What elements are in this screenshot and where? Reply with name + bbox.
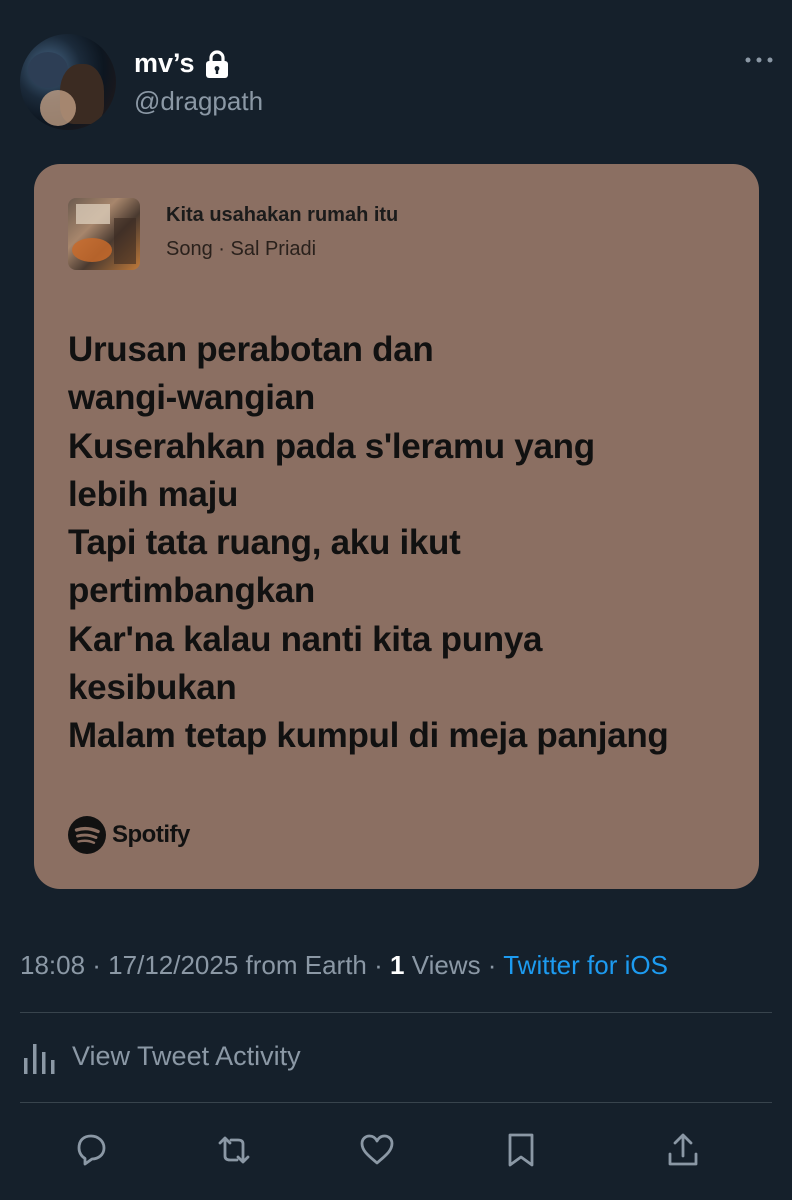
separator: · [366,950,390,980]
retweet-icon [218,1136,250,1164]
lyric-line: kesibukan [68,668,237,708]
bookmark-button[interactable] [499,1128,543,1172]
tweet-header: mv’s @dragpath [20,34,780,134]
tweet-metadata: 18:08 · 17/12/2025 from Earth · 1 Views … [20,950,668,981]
view-tweet-activity[interactable]: View Tweet Activity [20,1036,301,1076]
lyric-line: lebih maju [68,474,239,514]
handle[interactable]: @dragpath [134,86,263,117]
bookmark-icon [508,1133,534,1167]
spotify-logo-icon [68,816,106,854]
analytics-icon [24,1044,55,1074]
view-tweet-activity-label: View Tweet Activity [72,1040,301,1071]
like-button[interactable] [355,1128,399,1172]
avatar[interactable] [20,34,116,130]
lyric-line: wangi-wangian [68,378,315,418]
more-icon[interactable] [744,54,774,66]
timestamp[interactable]: 18:08 · 17/12/2025 from Earth [20,950,367,980]
lyric-line: Malam tetap kumpul di meja panjang [68,716,669,756]
divider [20,1012,772,1013]
display-name[interactable]: mv’s [134,48,195,79]
action-bar [0,1128,792,1178]
views-label: Views [404,950,481,980]
lyric-line: Urusan perabotan dan [68,330,434,369]
song-title: Kita usahakan rumah itu [166,204,399,226]
reply-button[interactable] [69,1128,113,1172]
share-button[interactable] [661,1128,705,1172]
separator: · [480,950,504,980]
lyric-line: Kar'na kalau nanti kita punya [68,619,543,659]
name-row: mv’s [134,48,231,79]
lyric-line: Tapi tata ruang, aku ikut [68,523,461,563]
views-count: 1 [390,950,405,980]
spotify-wordmark: Spotify [112,821,190,848]
reply-icon [77,1134,106,1166]
lyrics: Urusan perabotan dan wangi-wangian Kuser… [68,326,738,761]
spotify-brand: Spotify [68,816,190,854]
like-icon [360,1134,394,1165]
client-link[interactable]: Twitter for iOS [503,950,668,980]
lock-icon [205,49,228,78]
song-subtitle: Song · Sal Priadi [166,238,317,260]
lyric-line: Kuserahkan pada s'leramu yang [68,426,595,466]
spotify-lyrics-card[interactable]: Kita usahakan rumah itu Song · Sal Priad… [34,164,759,889]
retweet-button[interactable] [212,1128,256,1172]
share-icon [668,1133,698,1166]
lyric-line: pertimbangkan [68,571,315,611]
album-cover [68,198,140,270]
divider [20,1102,772,1103]
